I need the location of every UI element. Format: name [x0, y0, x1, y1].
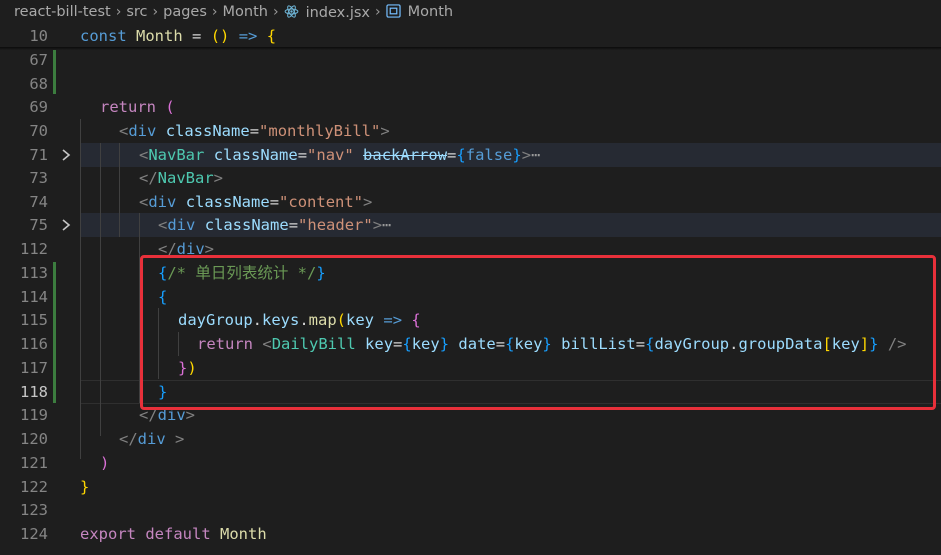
line-number: 70 — [29, 122, 48, 140]
line-number: 75 — [29, 216, 48, 234]
line-number: 116 — [20, 335, 48, 353]
line-number: 112 — [20, 240, 48, 258]
code-line[interactable]: 120 </div > — [0, 427, 941, 451]
code-text: const Month = () => { — [80, 27, 277, 45]
breadcrumb-item-file[interactable]: index.jsx — [284, 4, 370, 21]
code-text: export default Month — [80, 525, 267, 543]
code-text: return <DailyBill key={key} date={key} b… — [197, 335, 907, 353]
code-text: {/* 单日列表统计 */} — [158, 264, 326, 282]
code-line[interactable]: 116 return <DailyBill key={key} date={ke… — [0, 332, 941, 356]
breadcrumb-item-project[interactable]: react-bill-test — [14, 4, 111, 20]
line-number: 10 — [29, 27, 48, 45]
chevron-right-icon: › — [211, 4, 218, 20]
code-line[interactable]: 67 — [0, 48, 941, 72]
react-icon — [284, 4, 298, 18]
line-number: 73 — [29, 169, 48, 187]
code-line[interactable]: 113 {/* 单日列表统计 */} — [0, 261, 941, 285]
line-number: 114 — [20, 288, 48, 306]
breadcrumb: react-bill-test › src › pages › Month › … — [0, 0, 941, 24]
code-line[interactable]: 117 }) — [0, 356, 941, 380]
code-text: <div className="content"> — [139, 193, 373, 211]
line-number: 69 — [29, 98, 48, 116]
line-number: 68 — [29, 75, 48, 93]
breadcrumb-file-label: index.jsx — [305, 4, 371, 21]
chevron-right-icon[interactable] — [60, 218, 72, 232]
chevron-right-icon: › — [272, 4, 279, 20]
code-text: ) — [100, 454, 110, 472]
breadcrumb-item-pages[interactable]: pages — [163, 4, 207, 20]
breadcrumb-symbol-label: Month — [407, 4, 454, 20]
code-line[interactable]: 74 <div className="content"> — [0, 190, 941, 214]
line-number: 118 — [20, 383, 48, 401]
code-line[interactable]: 112 </div> — [0, 237, 941, 261]
line-number: 124 — [20, 525, 48, 543]
chevron-right-icon: › — [115, 4, 122, 20]
line-number: 120 — [20, 430, 48, 448]
code-text: <div className="header">⋯ — [158, 216, 392, 234]
code-line[interactable]: 121 ) — [0, 451, 941, 475]
code-text: <NavBar className="nav" backArrow={false… — [139, 146, 541, 164]
code-line[interactable]: 75 <div className="header">⋯ — [0, 213, 941, 237]
code-line[interactable]: 118 } — [0, 380, 941, 404]
code-text: return ( — [100, 98, 175, 116]
code-line[interactable]: 119 </div> — [0, 403, 941, 427]
line-number: 123 — [20, 501, 48, 519]
code-editor[interactable]: react-bill-test › src › pages › Month › … — [0, 0, 941, 555]
chevron-right-icon: › — [375, 4, 381, 20]
code-text: } — [158, 383, 168, 401]
code-line[interactable]: 114 { — [0, 285, 941, 309]
code-line[interactable]: 71 <NavBar className="nav" backArrow={fa… — [0, 143, 941, 167]
line-number: 119 — [20, 406, 48, 424]
code-text: <div className="monthlyBill"> — [119, 122, 390, 140]
code-line[interactable]: 69 return ( — [0, 95, 941, 119]
code-text: }) — [178, 359, 197, 377]
breadcrumb-item-src[interactable]: src — [126, 4, 147, 20]
line-number: 74 — [29, 193, 48, 211]
code-text: { — [158, 288, 168, 306]
line-number: 122 — [20, 478, 48, 496]
code-line[interactable]: 124 export default Month — [0, 522, 941, 546]
chevron-right-icon[interactable] — [60, 148, 72, 162]
code-line[interactable]: 73 </NavBar> — [0, 166, 941, 190]
code-text: } — [80, 478, 90, 496]
code-line[interactable]: 68 — [0, 72, 941, 96]
code-line[interactable]: 122 } — [0, 475, 941, 499]
code-text: </div> — [158, 240, 215, 258]
code-text: </div > — [119, 430, 185, 448]
breadcrumb-item-month-folder[interactable]: Month — [223, 4, 268, 20]
symbol-variable-icon — [385, 4, 401, 18]
code-line[interactable]: 70 <div className="monthlyBill"> — [0, 119, 941, 143]
line-number: 121 — [20, 454, 48, 472]
code-text: </div> — [139, 406, 196, 424]
code-text: </NavBar> — [139, 169, 224, 187]
code-text: dayGroup.keys.map(key => { — [178, 311, 421, 329]
line-number: 113 — [20, 264, 48, 282]
line-number: 67 — [29, 51, 48, 69]
breadcrumb-item-symbol[interactable]: Month — [385, 4, 454, 20]
code-line[interactable]: 123 — [0, 498, 941, 522]
line-number: 117 — [20, 359, 48, 377]
line-number: 71 — [29, 146, 48, 164]
code-line[interactable]: 115 dayGroup.keys.map(key => { — [0, 308, 941, 332]
chevron-right-icon: › — [152, 4, 159, 20]
sticky-scroll-line[interactable]: 10 const Month = () => { — [0, 24, 941, 48]
line-number: 115 — [20, 311, 48, 329]
